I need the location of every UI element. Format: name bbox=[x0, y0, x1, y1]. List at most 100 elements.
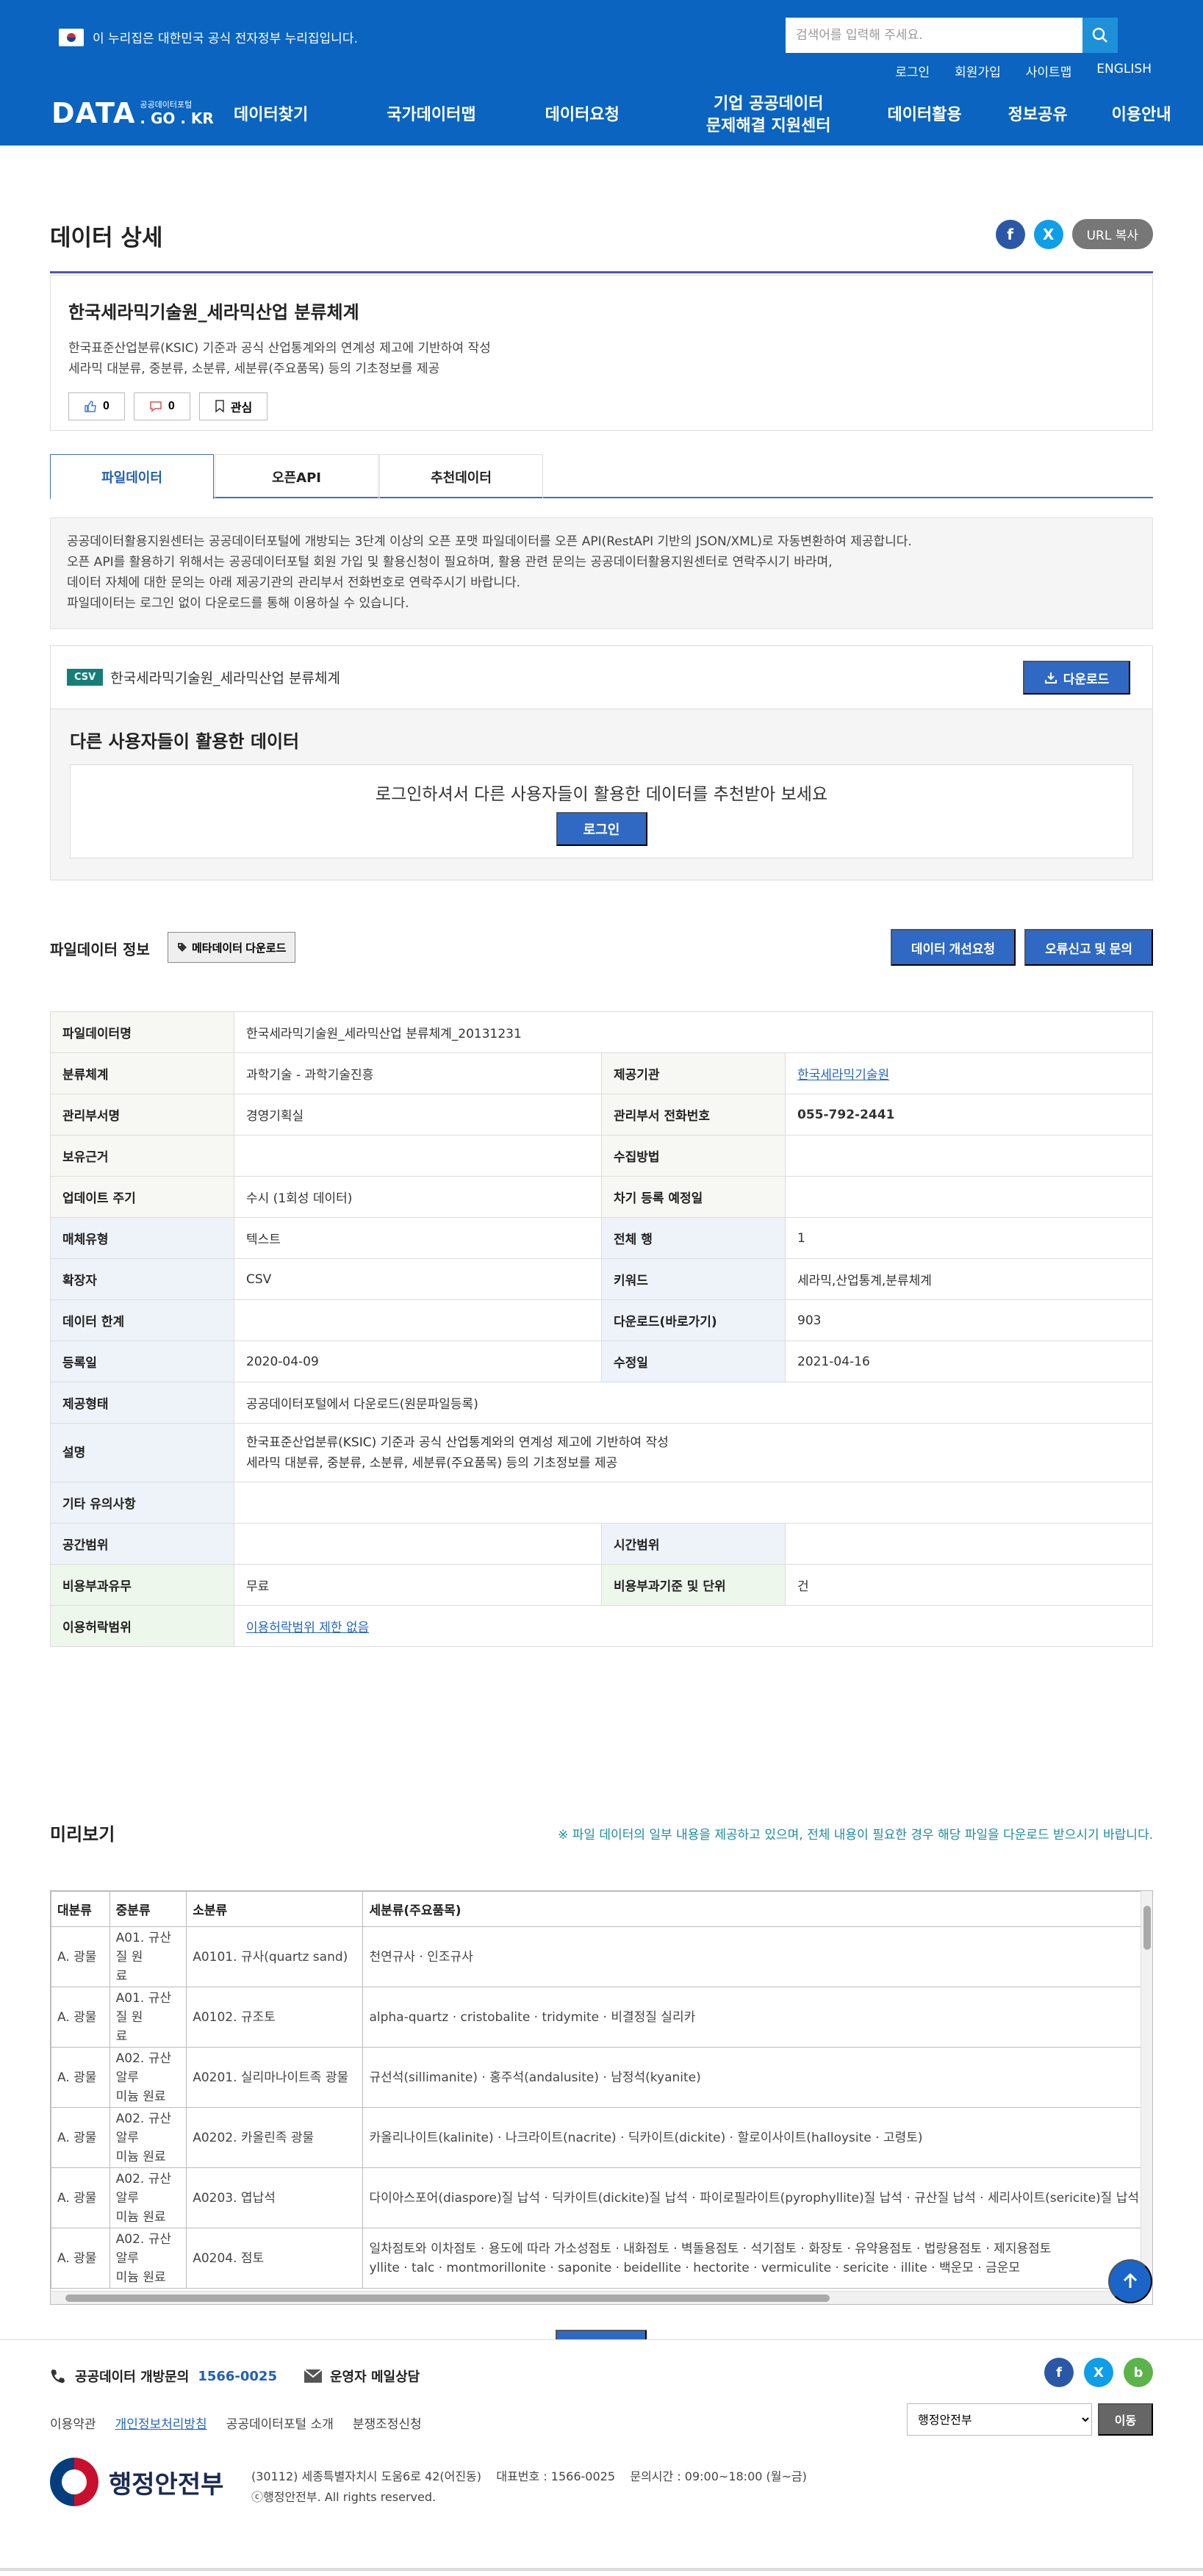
facebook-icon[interactable]: f bbox=[995, 219, 1025, 249]
table-row: 보유근거 수집방법 bbox=[50, 1135, 1153, 1177]
tab-open-api[interactable]: 오픈API bbox=[215, 454, 378, 498]
column-header: 세분류(주요품목) bbox=[362, 1891, 1146, 1927]
horizontal-scroll-thumb[interactable] bbox=[65, 2295, 830, 2302]
table-row: 파일데이터명 한국세라믹기술원_세라믹산업 분류체계_20131231 bbox=[50, 1011, 1153, 1053]
preview-note: ※ 파일 데이터의 일부 내용을 제공하고 있으며, 전체 내용이 필요한 경우… bbox=[558, 1828, 1153, 1843]
related-site-select[interactable]: 행정안전부 bbox=[907, 2403, 1092, 2436]
cell-label: 설명 bbox=[50, 1423, 234, 1482]
others-title: 다른 사용자들이 활용한 데이터 bbox=[70, 731, 300, 752]
tab-file-data[interactable]: 파일데이터 bbox=[50, 454, 214, 500]
table-cell: A. 광물 bbox=[51, 1987, 110, 2048]
provider-link[interactable]: 한국세라믹기술원 bbox=[785, 1052, 1153, 1094]
english-link[interactable]: ENGLISH bbox=[1096, 62, 1152, 80]
contact-number: 1566-0025 bbox=[198, 2368, 277, 2384]
contact-label: 공공데이터 개방문의 bbox=[75, 2369, 190, 2385]
site-logo[interactable]: DATA 공공데이터포털 . GO . KR bbox=[51, 97, 214, 129]
cell-label: 제공기관 bbox=[601, 1052, 786, 1094]
table-cell: A. 광물 bbox=[51, 2228, 110, 2289]
cell-label: 이용허락범위 bbox=[50, 1605, 234, 1647]
provider-link-text[interactable]: 한국세라믹기술원 bbox=[797, 1068, 889, 1083]
others-message: 로그인하셔서 다른 사용자들이 활용한 데이터를 추천받아 보세요 bbox=[375, 785, 828, 804]
privacy-link[interactable]: 개인정보처리방침 bbox=[115, 2414, 207, 2432]
address-text: (30112) 세종특별자치시 도움6로 42(어진동) 대표번호 : 1566… bbox=[251, 2469, 807, 2483]
blog-icon[interactable]: b bbox=[1124, 2358, 1153, 2387]
phone-icon bbox=[51, 2369, 65, 2383]
fileinfo-table: 파일데이터명 한국세라믹기술원_세라믹산업 분류체계_20131231 분류체계… bbox=[50, 1011, 1153, 1647]
sitemap-link[interactable]: 사이트맵 bbox=[1026, 62, 1072, 80]
metadata-download-button[interactable]: 메타데이터 다운로드 bbox=[168, 932, 296, 963]
x-twitter-icon[interactable]: X bbox=[1084, 2358, 1113, 2387]
facebook-icon[interactable]: f bbox=[1044, 2358, 1074, 2387]
mail-consult[interactable]: 운영자 메일상담 bbox=[304, 2367, 420, 2386]
table-cell: A0202. 카올린족 광물 bbox=[186, 2107, 364, 2168]
table-cell: A0101. 규사(quartz sand) bbox=[186, 1926, 364, 1987]
column-header: 소분류 bbox=[186, 1891, 364, 1927]
dispute-link[interactable]: 분쟁조정신청 bbox=[353, 2414, 422, 2432]
scroll-top-button[interactable] bbox=[1108, 2259, 1152, 2303]
signup-link[interactable]: 회원가입 bbox=[955, 62, 1001, 80]
table-cell: A0201. 실리마나이트족 광물 bbox=[186, 2047, 364, 2108]
vertical-scrollbar[interactable] bbox=[1141, 1891, 1152, 2292]
nav-data-search[interactable]: 데이터찾기 bbox=[234, 104, 308, 126]
nav-info-share[interactable]: 정보공유 bbox=[1008, 104, 1068, 126]
nav-data-map[interactable]: 국가데이터맵 bbox=[387, 104, 475, 126]
cell-label: 보유근거 bbox=[50, 1135, 234, 1177]
table-row: 매체유형 텍스트 전체 행 1 bbox=[50, 1217, 1153, 1259]
dataset-summary: 한국세라믹기술원_세라믹산업 분류체계 한국표준산업분류(KSIC) 기준과 공… bbox=[50, 275, 1153, 431]
table-row: 이용허락범위 이용허락범위 제한 없음 bbox=[50, 1605, 1153, 1647]
like-button[interactable]: 0 bbox=[68, 392, 125, 420]
table-row: 관리부서명 경영기획실 관리부서 전화번호 055-792-2441 bbox=[50, 1094, 1153, 1135]
terms-link[interactable]: 이용약관 bbox=[50, 2414, 96, 2432]
cell-value: 903 bbox=[785, 1299, 1153, 1341]
login-link[interactable]: 로그인 bbox=[895, 62, 930, 80]
ministry-name: 행정안전부 bbox=[109, 2469, 224, 2500]
logo-main: DATA bbox=[51, 97, 136, 129]
thumbs-up-icon bbox=[85, 401, 96, 412]
x-twitter-icon[interactable]: X bbox=[1033, 219, 1063, 249]
cell-label: 비용부과기준 및 단위 bbox=[601, 1564, 786, 1606]
cell-value: 한국세라믹기술원_세라믹산업 분류체계_20131231 bbox=[234, 1011, 1153, 1053]
vertical-scroll-thumb[interactable] bbox=[1143, 1906, 1151, 1950]
nav-data-request[interactable]: 데이터요청 bbox=[545, 104, 620, 126]
notice-line: 공공데이터활용지원센터는 공공데이터포털에 개방되는 3단계 이상의 오픈 포맷… bbox=[67, 534, 912, 549]
table-cell: 일차점토와 이차점토 · 용도에 따라 가소성점토 · 내화점토 · 벽돌용점토… bbox=[362, 2228, 1146, 2289]
footer-divider bbox=[0, 2568, 1203, 2571]
cell-value bbox=[785, 1135, 1153, 1177]
cell-label: 시간범위 bbox=[601, 1523, 786, 1565]
login-button[interactable]: 로그인 bbox=[556, 812, 647, 846]
nav-guide[interactable]: 이용안내 bbox=[1112, 104, 1171, 126]
tab-recommended[interactable]: 추천데이터 bbox=[379, 454, 543, 498]
search-input[interactable] bbox=[786, 18, 1082, 53]
nav-support-center[interactable]: 기업 공공데이터 문제해결 지원센터 bbox=[706, 93, 831, 137]
preview-grid[interactable]: 대분류 중분류 소분류 세분류(주요품목) A. 광물 A01. 규산질 원 료… bbox=[50, 1890, 1153, 2305]
cell-label: 차기 등록 예정일 bbox=[601, 1176, 786, 1218]
main-nav: 데이터찾기 국가데이터맵 데이터요청 기업 공공데이터 문제해결 지원센터 데이… bbox=[234, 88, 1171, 143]
cell-label: 다운로드(바로가기) bbox=[601, 1299, 786, 1341]
url-copy-button[interactable]: URL 복사 bbox=[1071, 219, 1153, 249]
logo-domain: . GO . KR bbox=[140, 110, 214, 127]
preview-table: 대분류 중분류 소분류 세분류(주요품목) A. 광물 A01. 규산질 원 료… bbox=[51, 1891, 1146, 2289]
comment-button[interactable]: 0 bbox=[133, 392, 190, 420]
go-button[interactable]: 이동 bbox=[1098, 2403, 1153, 2436]
table-cell: A0204. 점토 bbox=[186, 2228, 364, 2289]
download-button[interactable]: 다운로드 bbox=[1023, 661, 1130, 695]
error-report-button[interactable]: 오류신고 및 문의 bbox=[1024, 929, 1153, 966]
table-row: 제공형태 공공데이터포털에서 다운로드(원문파일등록) bbox=[50, 1382, 1153, 1424]
logo-sub: 공공데이터포털 . GO . KR bbox=[140, 100, 213, 126]
nav-data-usage[interactable]: 데이터활용 bbox=[887, 104, 961, 126]
cell-value: 055-792-2441 bbox=[785, 1094, 1153, 1135]
license-cell: 이용허락범위 제한 없음 bbox=[234, 1605, 1153, 1647]
footer-address: (30112) 세종특별자치시 도움6로 42(어진동) 대표번호 : 1566… bbox=[251, 2466, 807, 2508]
license-link[interactable]: 이용허락범위 제한 없음 bbox=[246, 1621, 369, 1635]
interest-button[interactable]: 관심 bbox=[198, 392, 268, 420]
cell-label: 등록일 bbox=[50, 1341, 234, 1382]
horizontal-scrollbar[interactable] bbox=[51, 2291, 1142, 2304]
cell-label: 수집방법 bbox=[601, 1135, 786, 1177]
table-cell: A02. 규산 알루 미늄 원료 bbox=[109, 2228, 187, 2289]
ministry-emblem-icon bbox=[50, 2458, 98, 2506]
search-button[interactable] bbox=[1082, 18, 1118, 53]
preview-title: 미리보기 bbox=[50, 1824, 115, 1845]
improve-request-button[interactable]: 데이터 개선요청 bbox=[890, 929, 1016, 966]
about-link[interactable]: 공공데이터포털 소개 bbox=[226, 2414, 334, 2432]
table-row: A. 광물 A02. 규산 알루 미늄 원료 A0203. 엽납석 다이아스포어… bbox=[51, 2167, 1146, 2228]
